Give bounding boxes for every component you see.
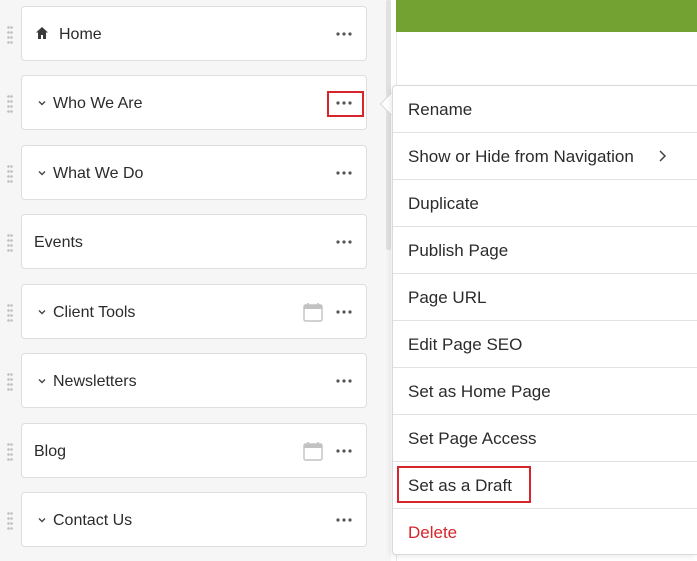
menu-item-set-page-access[interactable]: Set Page Access	[393, 415, 697, 462]
page-item-home[interactable]: Home	[7, 6, 367, 61]
drag-handle-icon[interactable]	[7, 372, 13, 392]
chevron-down-icon[interactable]	[36, 167, 48, 179]
page-item-blog[interactable]: Blog	[7, 423, 367, 478]
menu-item-delete[interactable]: Delete	[393, 509, 697, 556]
page-item-label: Contact Us	[53, 512, 133, 529]
chevron-down-icon[interactable]	[36, 97, 48, 109]
calendar-icon[interactable]	[302, 440, 324, 462]
menu-item-label: Show or Hide from Navigation	[408, 147, 634, 166]
page-item-newsletters[interactable]: Newsletters	[7, 353, 367, 408]
menu-item-show-hide-navigation[interactable]: Show or Hide from Navigation	[393, 133, 697, 180]
chevron-right-icon	[659, 150, 667, 162]
menu-item-page-url[interactable]: Page URL	[393, 274, 697, 321]
drag-handle-icon[interactable]	[7, 303, 13, 323]
highlight-box-set-as-draft	[397, 466, 531, 503]
menu-item-publish-page[interactable]: Publish Page	[393, 227, 697, 274]
page-item-events[interactable]: Events	[7, 214, 367, 269]
page-item-who-we-are[interactable]: Who We Are	[7, 75, 367, 130]
chevron-down-icon[interactable]	[36, 375, 48, 387]
page-tree-panel: Home Who We Are What We Do Events Client…	[0, 0, 391, 561]
page-item-label: Events	[34, 234, 83, 251]
scrollbar[interactable]	[386, 0, 391, 250]
chevron-down-icon[interactable]	[36, 514, 48, 526]
drag-handle-icon[interactable]	[7, 164, 13, 184]
calendar-icon[interactable]	[302, 301, 324, 323]
menu-item-duplicate[interactable]: Duplicate	[393, 180, 697, 227]
drag-handle-icon[interactable]	[7, 442, 13, 462]
page-item-label: Newsletters	[53, 373, 137, 390]
page-item-label: Client Tools	[53, 304, 136, 321]
more-options-icon[interactable]	[334, 441, 354, 461]
menu-item-edit-page-seo[interactable]: Edit Page SEO	[393, 321, 697, 368]
menu-item-set-home-page[interactable]: Set as Home Page	[393, 368, 697, 415]
page-item-label: Who We Are	[53, 95, 143, 112]
drag-handle-icon[interactable]	[7, 233, 13, 253]
highlight-box-more-button	[327, 91, 364, 117]
drag-handle-icon[interactable]	[7, 25, 13, 45]
page-item-label: What We Do	[53, 165, 144, 182]
more-options-icon[interactable]	[334, 232, 354, 252]
more-options-icon[interactable]	[334, 163, 354, 183]
page-item-client-tools[interactable]: Client Tools	[7, 284, 367, 339]
page-item-label: Blog	[34, 443, 67, 460]
drag-handle-icon[interactable]	[7, 94, 13, 114]
more-options-icon[interactable]	[334, 371, 354, 391]
site-header-bar	[396, 0, 697, 32]
more-options-icon[interactable]	[334, 510, 354, 530]
menu-item-rename[interactable]: Rename	[393, 86, 697, 133]
chevron-down-icon[interactable]	[36, 306, 48, 318]
more-options-icon[interactable]	[334, 302, 354, 322]
more-options-icon[interactable]	[334, 24, 354, 44]
page-item-label: Home	[59, 26, 102, 43]
drag-handle-icon[interactable]	[7, 511, 13, 531]
home-icon	[36, 27, 48, 39]
page-item-contact-us[interactable]: Contact Us	[7, 492, 367, 547]
page-item-what-we-do[interactable]: What We Do	[7, 145, 367, 200]
